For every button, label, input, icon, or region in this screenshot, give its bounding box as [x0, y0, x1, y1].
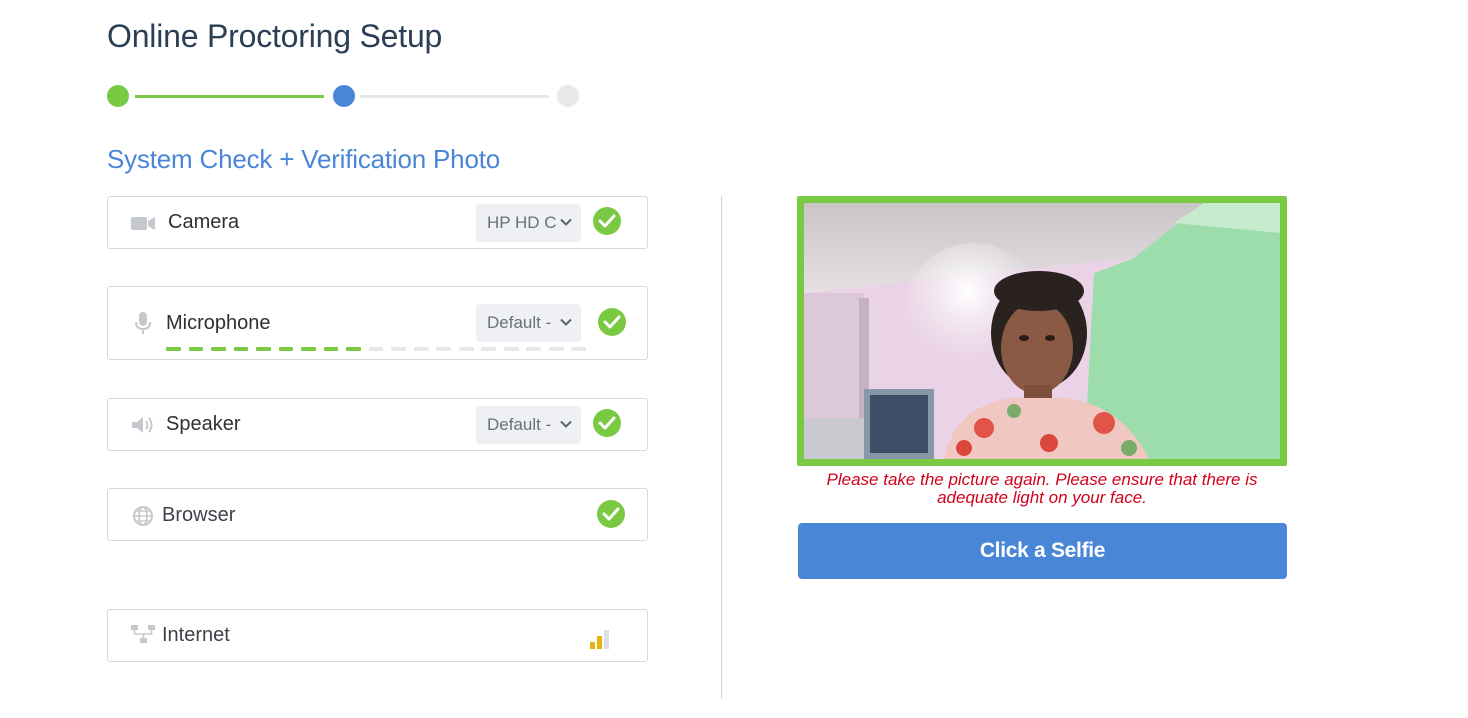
mic-level-segment — [301, 347, 316, 351]
mic-level-segment — [256, 347, 271, 351]
section-title: System Check + Verification Photo — [107, 144, 500, 174]
mic-level-segment — [458, 347, 474, 351]
speaker-icon — [130, 413, 156, 437]
mic-level-segment — [481, 347, 497, 351]
camera-preview — [797, 196, 1287, 466]
microphone-selected-device: Default - — [487, 313, 552, 332]
camera-device-select[interactable]: HP HD C — [476, 204, 581, 242]
internet-label: Internet — [162, 624, 230, 646]
mic-level-segment — [323, 347, 339, 351]
signal-strength-icon — [590, 627, 612, 649]
speaker-check-card: Speaker Default - — [107, 398, 648, 451]
retake-warning: Please take the picture again. Please en… — [826, 470, 1258, 507]
mic-level-segment — [391, 347, 406, 351]
mic-level-segment — [346, 347, 361, 351]
signal-bar — [590, 642, 595, 649]
mic-level-segment — [571, 347, 587, 351]
click-selfie-button[interactable]: Click a Selfie — [798, 523, 1287, 579]
globe-icon — [130, 503, 156, 527]
chevron-down-icon — [560, 420, 572, 428]
microphone-icon — [130, 311, 156, 335]
microphone-check-card: Microphone Default - — [107, 286, 648, 360]
mic-level-segment — [368, 347, 384, 351]
mic-level-segment — [233, 347, 249, 351]
chevron-down-icon — [560, 318, 572, 326]
internet-check-card: Internet — [107, 609, 648, 662]
progress-stepper — [107, 84, 582, 108]
microphone-level-meter — [166, 347, 587, 351]
step-1-complete — [107, 85, 129, 107]
mic-level-segment — [413, 347, 429, 351]
mic-level-segment — [188, 347, 204, 351]
mic-level-segment — [278, 347, 294, 351]
speaker-selected-device: Default - — [487, 415, 552, 434]
network-icon — [130, 623, 156, 647]
mic-level-segment — [436, 347, 452, 351]
camera-label: Camera — [168, 211, 240, 233]
check-circle-icon — [597, 500, 625, 528]
browser-check-card: Browser — [107, 488, 648, 541]
check-circle-icon — [598, 308, 626, 336]
mic-level-segment — [211, 347, 226, 351]
camera-selected-device: HP HD C — [487, 213, 557, 232]
step-connector-1 — [135, 95, 324, 98]
webcam-snapshot — [804, 203, 1280, 459]
signal-bar — [597, 636, 602, 649]
browser-label: Browser — [162, 504, 236, 526]
microphone-device-select[interactable]: Default - — [476, 304, 581, 342]
speaker-device-select[interactable]: Default - — [476, 406, 581, 444]
mic-level-segment — [503, 347, 519, 351]
mic-level-segment — [526, 347, 542, 351]
chevron-down-icon — [560, 218, 572, 226]
signal-bar — [604, 630, 609, 649]
speaker-label: Speaker — [166, 413, 241, 435]
microphone-label: Microphone — [166, 312, 271, 334]
mic-level-segment — [166, 347, 181, 351]
check-circle-icon — [593, 207, 621, 235]
video-camera-icon — [130, 211, 156, 235]
page-title: Online Proctoring Setup — [107, 18, 443, 54]
mic-level-segment — [548, 347, 564, 351]
check-circle-icon — [593, 409, 621, 437]
step-2-current — [333, 85, 355, 107]
camera-check-card: Camera HP HD C — [107, 196, 648, 249]
column-divider — [721, 196, 722, 699]
step-connector-2 — [360, 95, 549, 98]
step-3-pending — [557, 85, 579, 107]
